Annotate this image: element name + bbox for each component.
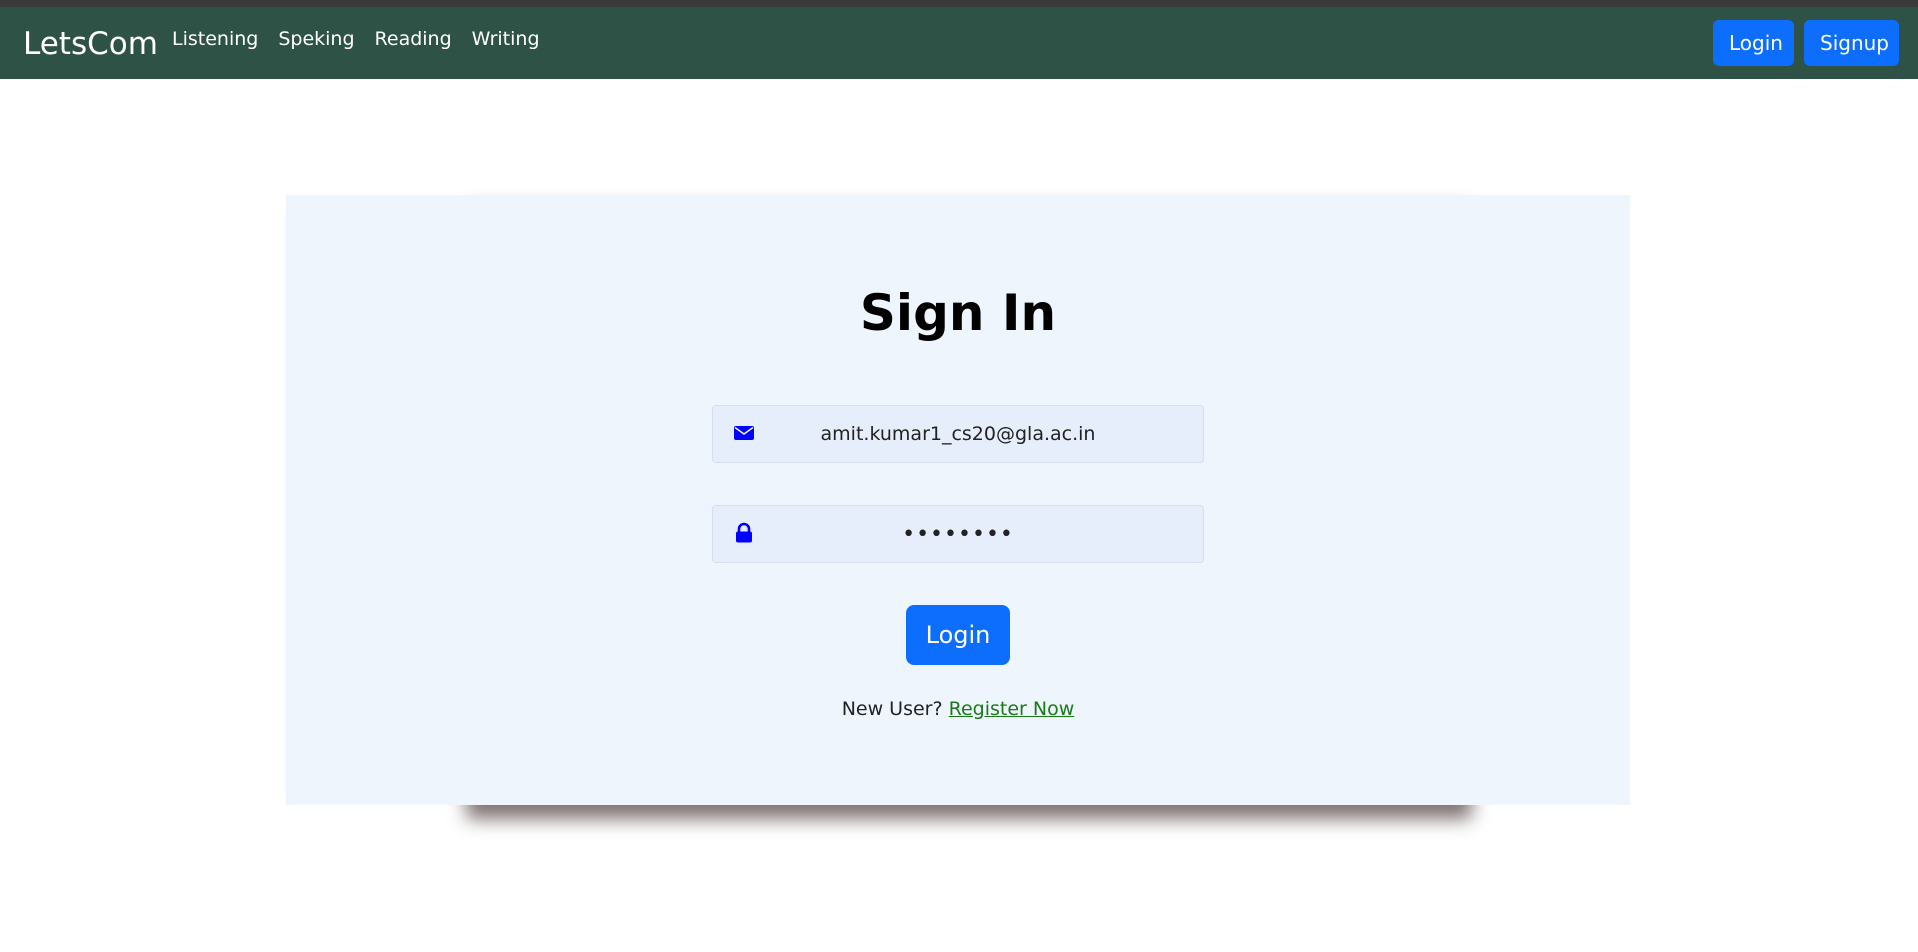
navbar: LetsCom Listening Speking Reading Writin… — [0, 7, 1918, 79]
lock-icon — [736, 522, 752, 543]
envelope-icon — [734, 426, 754, 440]
password-field[interactable] — [713, 506, 1203, 562]
nav-link-speaking[interactable]: Speking — [278, 28, 354, 51]
register-now-link[interactable]: Register Now — [949, 698, 1075, 720]
nav-login-button[interactable]: Login — [1713, 20, 1794, 66]
register-line: New User? Register Now — [286, 698, 1630, 720]
nav-links: Listening Speking Reading Writing — [172, 28, 540, 51]
email-field-wrapper — [712, 405, 1204, 463]
brand-logo[interactable]: LetsCom — [23, 29, 158, 60]
nav-signup-button[interactable]: Signup — [1804, 20, 1899, 66]
login-submit-button[interactable]: Login — [906, 605, 1010, 665]
email-field[interactable] — [713, 406, 1203, 462]
signin-card: Sign In Login New User? Register Now — [286, 195, 1630, 805]
nav-link-listening[interactable]: Listening — [172, 28, 258, 51]
password-field-wrapper — [712, 505, 1204, 563]
window-top-strip — [0, 0, 1918, 7]
nav-link-writing[interactable]: Writing — [472, 28, 540, 51]
nav-link-reading[interactable]: Reading — [375, 28, 452, 51]
page-title: Sign In — [859, 284, 1057, 342]
new-user-text: New User? — [841, 698, 943, 720]
